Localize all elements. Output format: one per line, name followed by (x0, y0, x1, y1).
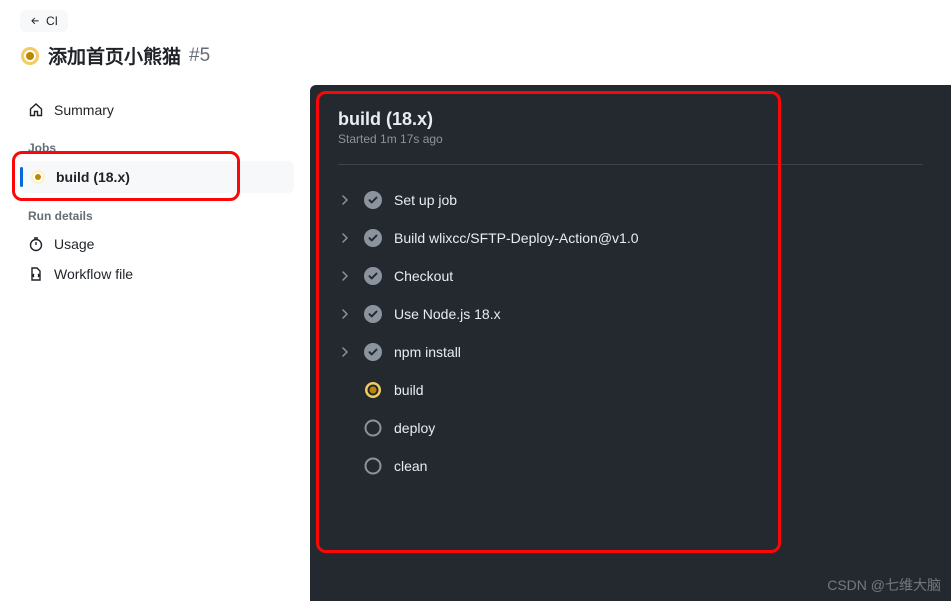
running-icon (364, 381, 382, 399)
sidebar-jobs-heading: Jobs (20, 125, 294, 161)
step-label: Build wlixcc/SFTP-Deploy-Action@v1.0 (394, 230, 639, 246)
back-arrow-icon (30, 16, 40, 26)
step-label: Checkout (394, 268, 453, 284)
step-status (364, 457, 382, 475)
sidebar-workflow-file-label: Workflow file (54, 266, 133, 282)
chevron-right-icon (340, 347, 350, 357)
step-status (364, 305, 382, 323)
check-circle-icon (364, 267, 382, 285)
breadcrumb[interactable]: CI (20, 10, 68, 32)
page-header: CI 添加首页小熊猫 #5 (0, 0, 951, 85)
step-row[interactable]: Build wlixcc/SFTP-Deploy-Action@v1.0 (338, 219, 923, 257)
sidebar-usage[interactable]: Usage (20, 229, 294, 259)
step-chevron (338, 233, 352, 243)
chevron-right-icon (340, 271, 350, 281)
steps-list: Set up job Build wlixcc/SFTP-Deploy-Actio… (338, 175, 923, 485)
workflow-title: 添加首页小熊猫 (48, 42, 181, 69)
check-circle-icon (364, 343, 382, 361)
pending-icon (364, 457, 382, 475)
step-label: build (394, 382, 424, 398)
sidebar-usage-label: Usage (54, 236, 94, 252)
sidebar-workflow-file[interactable]: Workflow file (20, 259, 294, 289)
step-label: npm install (394, 344, 461, 360)
step-label: Use Node.js 18.x (394, 306, 501, 322)
step-status (364, 191, 382, 209)
step-chevron (338, 309, 352, 319)
sidebar-run-details-heading: Run details (20, 193, 294, 229)
chevron-right-icon (340, 309, 350, 319)
watermark: CSDN @七维大脑 (827, 575, 941, 595)
check-circle-icon (364, 191, 382, 209)
step-row[interactable]: deploy (338, 409, 923, 447)
sidebar-job-build[interactable]: build (18.x) (20, 161, 294, 193)
sidebar-job-wrap: build (18.x) (20, 161, 294, 193)
running-icon (20, 46, 40, 66)
job-detail-panel: build (18.x) Started 1m 17s ago Set up j… (310, 85, 951, 601)
running-icon (30, 169, 46, 185)
sidebar-summary-label: Summary (54, 102, 114, 118)
check-circle-icon (364, 305, 382, 323)
job-header: build (18.x) Started 1m 17s ago (338, 109, 923, 165)
step-row[interactable]: build (338, 371, 923, 409)
step-label: deploy (394, 420, 435, 436)
breadcrumb-label: CI (46, 14, 58, 28)
step-status (364, 419, 382, 437)
check-circle-icon (364, 229, 382, 247)
sidebar: Summary Jobs build (18.x) Run details Us… (0, 85, 310, 601)
chevron-right-icon (340, 233, 350, 243)
step-chevron (338, 347, 352, 357)
step-status (364, 381, 382, 399)
step-chevron (338, 195, 352, 205)
step-row[interactable]: npm install (338, 333, 923, 371)
step-row[interactable]: Use Node.js 18.x (338, 295, 923, 333)
step-status (364, 229, 382, 247)
file-icon (28, 266, 44, 282)
job-title: build (18.x) (338, 109, 923, 130)
workflow-number: #5 (189, 45, 210, 67)
sidebar-summary[interactable]: Summary (20, 95, 294, 125)
step-status (364, 267, 382, 285)
step-status (364, 343, 382, 361)
step-row[interactable]: Set up job (338, 181, 923, 219)
step-row[interactable]: clean (338, 447, 923, 485)
step-label: Set up job (394, 192, 457, 208)
job-subtitle: Started 1m 17s ago (338, 132, 923, 146)
workflow-title-row: 添加首页小熊猫 #5 (20, 42, 931, 69)
chevron-right-icon (340, 195, 350, 205)
step-chevron (338, 271, 352, 281)
step-label: clean (394, 458, 427, 474)
sidebar-job-label: build (18.x) (56, 169, 130, 185)
pending-icon (364, 419, 382, 437)
step-row[interactable]: Checkout (338, 257, 923, 295)
stopwatch-icon (28, 236, 44, 252)
home-icon (28, 102, 44, 118)
